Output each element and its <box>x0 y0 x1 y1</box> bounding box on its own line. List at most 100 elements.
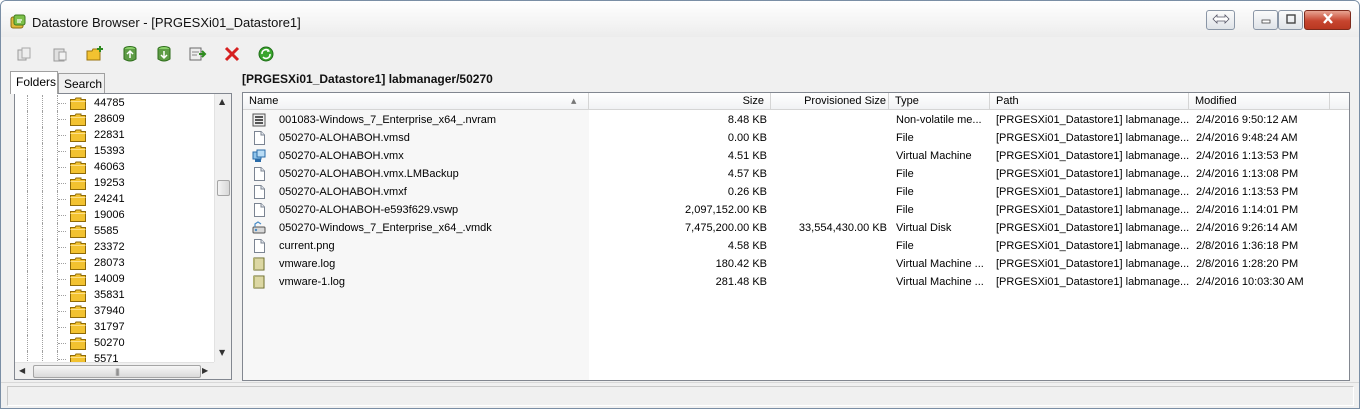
tree-folder-item[interactable]: 50270 <box>15 335 211 351</box>
tree-folder-label: 22831 <box>94 129 125 141</box>
tree-guide-line <box>42 175 43 191</box>
folder-tree-list: 44785 28609 22831 15393 46063 19253 24241 19006… <box>15 95 211 367</box>
file-size: 8.48 KB <box>727 114 767 126</box>
file-name: 050270-ALOHABOH.vmxf <box>279 186 407 198</box>
pane-splitter[interactable] <box>235 93 240 381</box>
tree-folder-item[interactable]: 28073 <box>15 255 211 271</box>
refresh-button[interactable] <box>255 44 277 66</box>
tree-folder-item[interactable]: 23372 <box>15 239 211 255</box>
tree-branch-line <box>58 327 66 328</box>
folder-icon <box>70 305 86 318</box>
maximize-button[interactable] <box>1278 10 1303 30</box>
tree-folder-item[interactable]: 35831 <box>15 287 211 303</box>
copy-icon <box>16 46 32 65</box>
folder-icon <box>70 177 86 190</box>
restore-size-button[interactable] <box>1206 10 1235 30</box>
column-header-size[interactable]: Size <box>589 93 771 110</box>
tree-vertical-scroll-thumb[interactable] <box>217 180 230 196</box>
file-path: [PRGESXi01_Datastore1] labmanage... <box>996 168 1189 180</box>
tree-folder-item[interactable]: 5585 <box>15 223 211 239</box>
tree-folder-item[interactable]: 19006 <box>15 207 211 223</box>
tree-folder-item[interactable]: 22831 <box>15 127 211 143</box>
paste-button[interactable] <box>49 44 71 66</box>
tree-folder-item[interactable]: 44785 <box>15 95 211 111</box>
file-icon <box>252 167 266 181</box>
current-path: [PRGESXi01_Datastore1] labmanager/50270 <box>242 72 493 86</box>
file-row[interactable]: 050270-ALOHABOH.vmsd 0.00 KB File [PRGESXi0… <box>243 129 1349 147</box>
file-row[interactable]: vmware.log 180.42 KB Virtual Machine ... [P… <box>243 255 1349 273</box>
delete-button[interactable] <box>221 44 243 66</box>
tree-guide-line <box>42 191 43 207</box>
left-pane: Folders Search 44785 28609 22831 15393 46063… <box>10 71 233 381</box>
tree-folder-item[interactable]: 19253 <box>15 175 211 191</box>
tree-folder-item[interactable]: 28609 <box>15 111 211 127</box>
tree-branch-line <box>58 231 66 232</box>
column-header-type[interactable]: Type <box>889 93 990 110</box>
tree-folder-label: 50270 <box>94 335 125 351</box>
column-header-name[interactable]: Name <box>243 93 589 110</box>
file-size: 180.42 KB <box>715 258 767 270</box>
column-header-provisioned-size[interactable]: Provisioned Size <box>771 93 889 110</box>
copy-button[interactable] <box>13 44 35 66</box>
file-row[interactable]: current.png 4.58 KB File [PRGESXi01_Datasto… <box>243 237 1349 255</box>
tree-folder-item[interactable]: 15393 <box>15 143 211 159</box>
file-row[interactable]: 001083-Windows_7_Enterprise_x64_.nvram 8.… <box>243 111 1349 129</box>
tab-search[interactable]: Search <box>58 73 105 93</box>
tree-branch-line <box>58 359 66 360</box>
close-button[interactable] <box>1304 10 1351 30</box>
tree-guide-line <box>42 303 43 319</box>
tree-folder-item[interactable]: 14009 <box>15 271 211 287</box>
register-vm-button[interactable] <box>187 44 209 66</box>
tree-folder-label: 19253 <box>94 177 125 189</box>
file-name: current.png <box>279 240 335 252</box>
file-path: [PRGESXi01_Datastore1] labmanage... <box>996 150 1189 162</box>
tree-horizontal-scrollbar[interactable]: ◀ ||| ▶ <box>15 362 214 379</box>
scroll-left-icon[interactable]: ◀ <box>19 366 25 375</box>
folder-icon <box>70 273 86 286</box>
tree-folder-item[interactable]: 37940 <box>15 303 211 319</box>
file-row[interactable]: 050270-ALOHABOH-e593f629.vswp 2,097,152.0… <box>243 201 1349 219</box>
minimize-button[interactable] <box>1253 10 1278 30</box>
delete-icon <box>224 46 240 65</box>
tree-guide-line <box>42 223 43 239</box>
tree-guide-line <box>42 111 43 127</box>
tree-vertical-scrollbar[interactable]: ▲ ▼ <box>214 94 231 362</box>
file-icon <box>252 239 266 253</box>
tree-branch-line <box>58 167 66 168</box>
title-bar[interactable]: Datastore Browser - [PRGESXi01_Datastore… <box>1 1 1359 37</box>
column-header-modified[interactable]: Modified <box>1189 93 1330 110</box>
scroll-right-icon[interactable]: ▶ <box>202 366 208 375</box>
file-row[interactable]: 050270-Windows_7_Enterprise_x64_.vmdk 7,4… <box>243 219 1349 237</box>
tree-folder-label: 28609 <box>94 113 125 125</box>
file-row[interactable]: 050270-ALOHABOH.vmx.LMBackup 4.57 KB File [… <box>243 165 1349 183</box>
tree-guide-line <box>42 159 43 175</box>
file-modified: 2/4/2016 1:14:01 PM <box>1196 204 1299 216</box>
download-button[interactable] <box>153 44 175 66</box>
file-row[interactable]: 050270-ALOHABOH.vmx 4.51 KB Virtual Machin… <box>243 147 1349 165</box>
column-header-path[interactable]: Path <box>990 93 1189 110</box>
file-row[interactable]: vmware-1.log 281.48 KB Virtual Machine ...… <box>243 273 1349 291</box>
folder-icon <box>70 289 86 302</box>
scroll-down-icon[interactable]: ▼ <box>219 348 225 357</box>
tree-folder-item[interactable]: 24241 <box>15 191 211 207</box>
file-type: Virtual Machine <box>896 150 972 162</box>
file-row[interactable]: 050270-ALOHABOH.vmxf 0.26 KB File [PRGESXi0… <box>243 183 1349 201</box>
tree-folder-item[interactable]: 46063 <box>15 159 211 175</box>
new-folder-icon <box>86 45 104 65</box>
tab-folders[interactable]: Folders <box>10 71 58 94</box>
tree-branch-line <box>58 279 66 280</box>
folder-tree[interactable]: 44785 28609 22831 15393 46063 19253 24241 19006… <box>14 93 232 380</box>
file-list[interactable]: Name ▲ Size Provisioned Size Type Path M… <box>242 92 1350 381</box>
tree-folder-item[interactable]: 31797 <box>15 319 211 335</box>
scroll-up-icon[interactable]: ▲ <box>219 97 225 106</box>
new-folder-button[interactable] <box>84 44 106 66</box>
tree-guide-line <box>27 207 28 223</box>
file-name: vmware.log <box>279 258 336 270</box>
tree-guide-line <box>42 255 43 271</box>
log-file-icon <box>252 275 266 289</box>
file-modified: 2/4/2016 9:26:14 AM <box>1196 222 1298 234</box>
tree-horizontal-scroll-thumb[interactable]: ||| <box>33 365 201 378</box>
file-type: Virtual Machine ... <box>896 276 984 288</box>
upload-button[interactable] <box>119 44 141 66</box>
tree-folder-label: 19006 <box>94 209 125 221</box>
